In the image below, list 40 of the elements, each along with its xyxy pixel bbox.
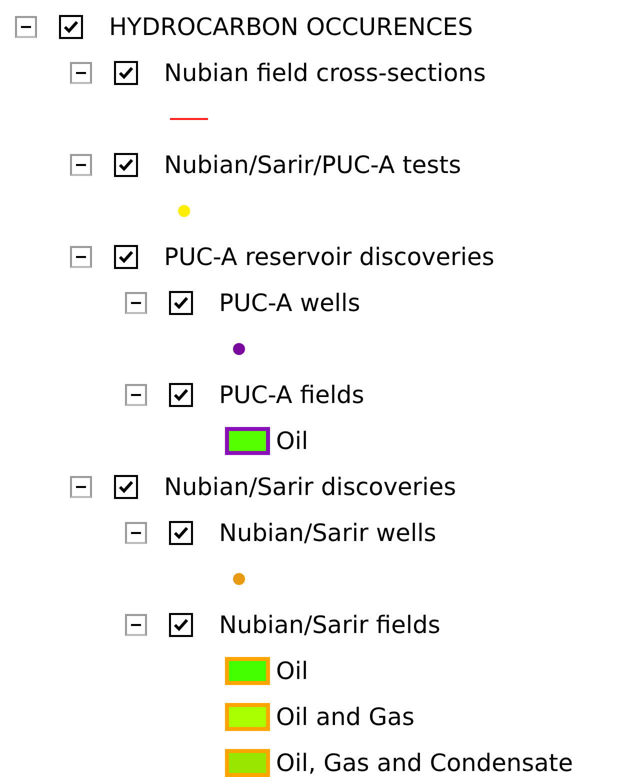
legend-label: Oil and Gas — [276, 702, 414, 733]
checkmark-icon — [63, 20, 79, 34]
layer-label: PUC-A fields — [219, 380, 364, 411]
collapse-toggle[interactable] — [125, 522, 147, 544]
collapse-toggle[interactable] — [70, 246, 92, 268]
visibility-checkbox[interactable] — [59, 15, 83, 39]
checkmark-icon — [173, 296, 189, 310]
checkmark-icon — [118, 66, 134, 80]
checkmark-icon — [118, 480, 134, 494]
visibility-checkbox[interactable] — [114, 475, 138, 499]
layer-label: PUC-A reservoir discoveries — [164, 242, 494, 273]
layer-label: PUC-A wells — [219, 288, 360, 319]
collapse-toggle[interactable] — [125, 384, 147, 406]
visibility-checkbox[interactable] — [169, 521, 193, 545]
checkmark-icon — [173, 388, 189, 402]
collapse-toggle[interactable] — [70, 476, 92, 498]
collapse-toggle[interactable] — [70, 62, 92, 84]
layer-label: HYDROCARBON OCCURENCES — [109, 12, 474, 43]
visibility-checkbox[interactable] — [169, 613, 193, 637]
legend-label: Oil, Gas and Condensate — [276, 748, 573, 777]
layer-label: Nubian/Sarir wells — [219, 518, 436, 549]
visibility-checkbox[interactable] — [114, 245, 138, 269]
layer-label: Nubian/Sarir/PUC-A tests — [164, 150, 462, 181]
visibility-checkbox[interactable] — [169, 383, 193, 407]
checkmark-icon — [118, 158, 134, 172]
legend-label: Oil — [276, 656, 308, 687]
layer-label: Nubian/Sarir discoveries — [164, 472, 456, 503]
visibility-checkbox[interactable] — [169, 291, 193, 315]
checkmark-icon — [118, 250, 134, 264]
layer-label: Nubian field cross-sections — [164, 58, 486, 89]
collapse-toggle[interactable] — [125, 292, 147, 314]
checkmark-icon — [173, 618, 189, 632]
collapse-toggle[interactable] — [15, 16, 37, 38]
visibility-checkbox[interactable] — [114, 61, 138, 85]
checkmark-icon — [173, 526, 189, 540]
layer-label: Nubian/Sarir fields — [219, 610, 440, 641]
visibility-checkbox[interactable] — [114, 153, 138, 177]
collapse-toggle[interactable] — [70, 154, 92, 176]
collapse-toggle[interactable] — [125, 614, 147, 636]
legend-label: Oil — [276, 426, 308, 457]
